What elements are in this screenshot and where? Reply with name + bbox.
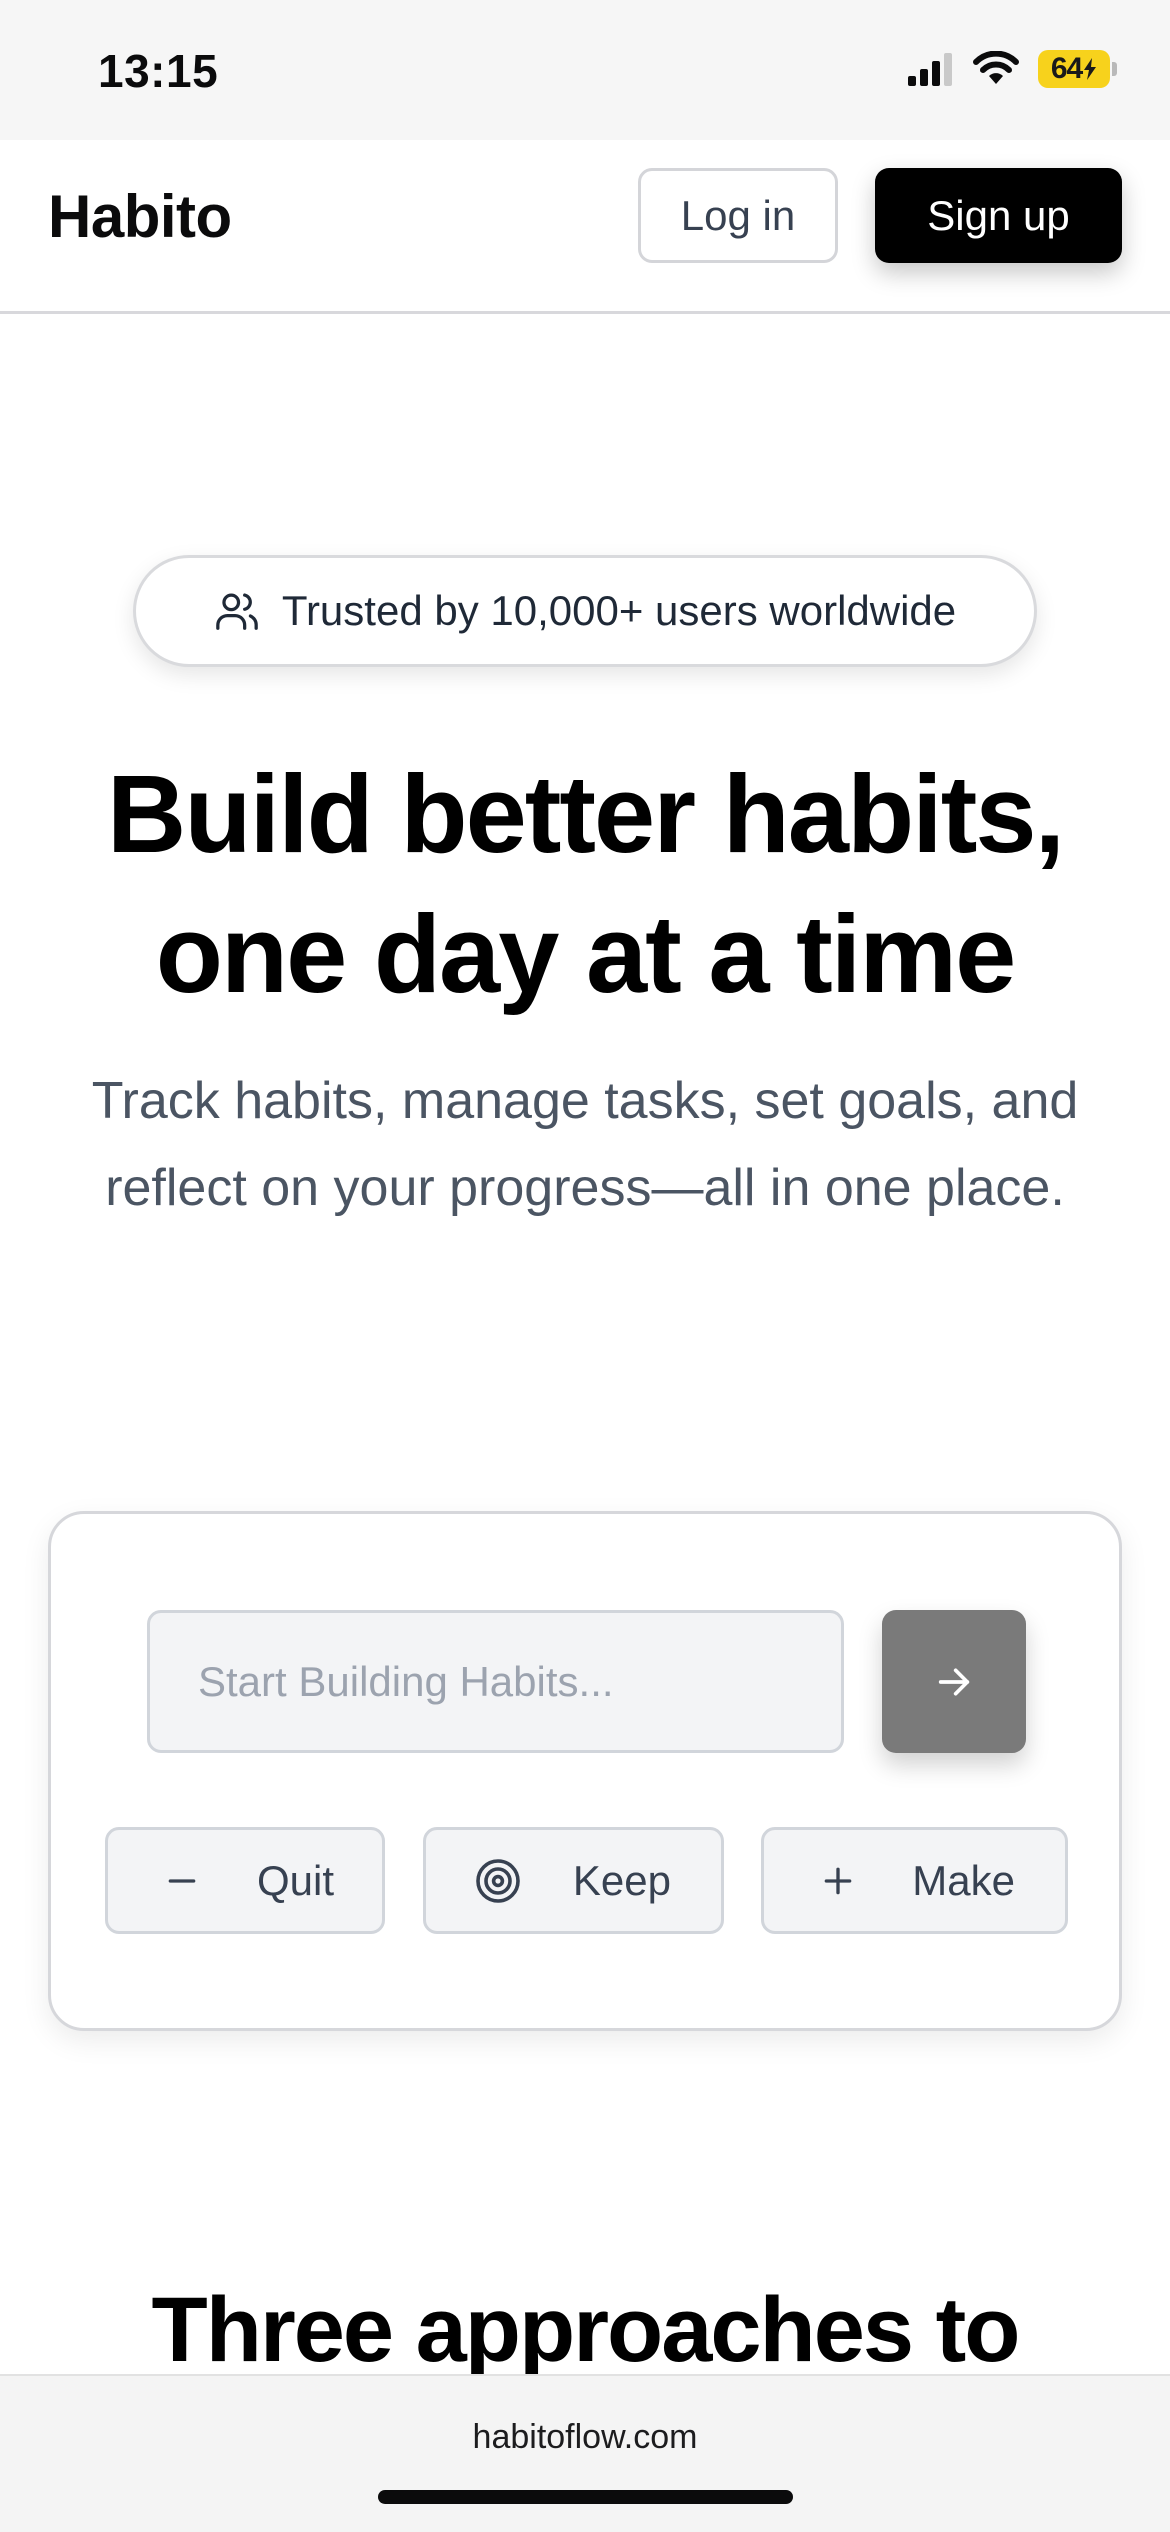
battery-charging-icon: 64 <box>1038 50 1117 88</box>
make-label: Make <box>912 1856 1015 1904</box>
cellular-signal-icon <box>908 53 952 86</box>
quit-label: Quit <box>256 1856 334 1904</box>
keep-habit-button[interactable]: Keep <box>423 1827 724 1934</box>
login-button[interactable]: Log in <box>638 168 838 263</box>
battery-cap <box>1112 62 1117 76</box>
keep-label: Keep <box>572 1856 671 1904</box>
habit-input[interactable] <box>147 1610 844 1753</box>
url-text[interactable]: habitoflow.com <box>0 2418 1170 2457</box>
quit-habit-button[interactable]: Quit <box>105 1827 385 1934</box>
battery-level: 64 <box>1050 52 1083 85</box>
make-habit-button[interactable]: Make <box>761 1827 1068 1934</box>
page-root: 13:15 64 Habito Log in Sign up Trusted b… <box>0 0 1170 2532</box>
status-time: 13:15 <box>98 45 219 97</box>
browser-url-bar[interactable]: habitoflow.com <box>0 2374 1170 2532</box>
wifi-icon <box>973 51 1019 84</box>
trust-text: Trusted by 10,000+ users worldwide <box>281 587 957 634</box>
hero-title: Build better habits, one day at a time <box>106 753 1065 1016</box>
submit-habit-button[interactable] <box>882 1610 1026 1753</box>
target-icon <box>476 1858 520 1903</box>
approaches-section-heading: Three approaches to <box>151 2279 1021 2381</box>
users-icon <box>216 593 258 630</box>
hero-subtitle: Track habits, manage tasks, set goals, a… <box>91 1072 1079 1217</box>
status-bar: 13:15 64 <box>0 0 1170 140</box>
brand-logo[interactable]: Habito <box>48 182 232 251</box>
home-indicator[interactable] <box>378 2490 793 2504</box>
arrow-right-icon <box>938 1668 970 1695</box>
top-navigation: Habito Log in Sign up <box>0 140 1170 314</box>
trust-badge: Trusted by 10,000+ users worldwide <box>133 555 1037 667</box>
signup-button[interactable]: Sign up <box>875 168 1122 263</box>
minus-icon <box>168 1878 196 1883</box>
plus-icon <box>824 1867 852 1894</box>
bolt-icon <box>1084 58 1097 80</box>
habit-start-card: Quit Keep Make <box>48 1511 1122 2031</box>
status-icons: 64 <box>908 50 1117 88</box>
